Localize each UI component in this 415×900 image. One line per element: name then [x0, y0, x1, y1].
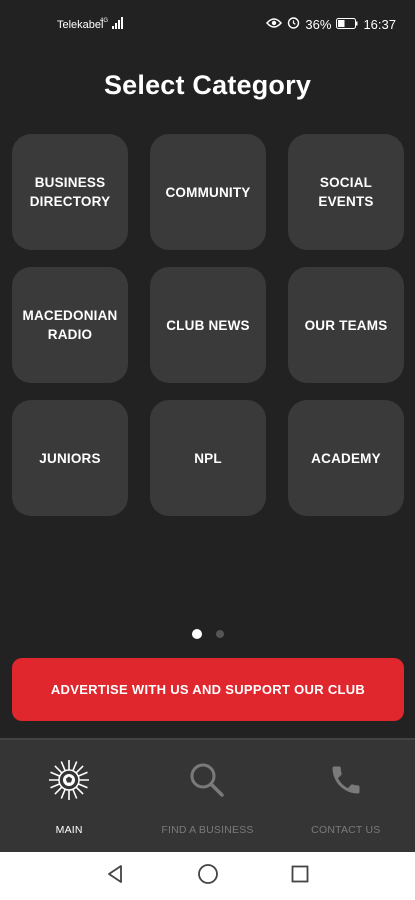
tile-label: BUSINESS DIRECTORY — [29, 175, 111, 209]
nav-main-label: MAIN — [55, 824, 83, 836]
phone-icon — [324, 758, 368, 802]
tile-label: JUNIORS — [39, 450, 101, 466]
advertise-button[interactable]: ADVERTISE WITH US AND SUPPORT OUR CLUB — [12, 658, 404, 721]
page-dot-active[interactable] — [191, 629, 202, 639]
nav-find-business[interactable]: FIND A BUSINESS — [138, 740, 276, 854]
signal-icon: 4G — [100, 16, 128, 33]
tile-label: SOCIAL EVENTS — [318, 175, 374, 209]
svg-text:4G: 4G — [100, 18, 108, 24]
category-community[interactable]: COMMUNITY — [150, 134, 266, 250]
page-title: Select Category — [103, 70, 312, 100]
status-bar: Telekabel 4G 36% 16:37 — [0, 0, 415, 52]
tile-label: MACEDONIAN RADIO — [22, 308, 118, 342]
category-club-news[interactable]: CLUB NEWS — [150, 267, 266, 383]
category-our-teams[interactable]: OUR TEAMS — [288, 267, 404, 383]
tile-label: ACADEMY — [311, 450, 381, 466]
search-icon — [185, 758, 229, 802]
tile-label: COMMUNITY — [165, 184, 251, 200]
home-icon[interactable] — [197, 863, 219, 890]
category-npl[interactable]: NPL — [150, 400, 266, 516]
back-icon[interactable] — [106, 864, 126, 889]
tile-label: CLUB NEWS — [166, 317, 250, 333]
battery-icon — [336, 17, 358, 32]
bottom-nav: MAIN FIND A BUSINESS CONTACT US — [0, 738, 415, 854]
page-dot[interactable] — [215, 630, 224, 638]
club-logo-icon — [47, 758, 91, 802]
eye-icon — [266, 17, 283, 32]
battery-percent: 36% — [305, 16, 332, 32]
carrier-label: Telekabel — [57, 19, 104, 31]
alarm-icon — [287, 16, 300, 32]
tile-label: OUR TEAMS — [304, 317, 388, 333]
nav-contact-label: CONTACT US — [311, 824, 381, 836]
category-macedonian-radio[interactable]: MACEDONIAN RADIO — [12, 267, 128, 383]
category-academy[interactable]: ACADEMY — [288, 400, 404, 516]
category-business-directory[interactable]: BUSINESS DIRECTORY — [12, 134, 128, 250]
recents-icon[interactable] — [290, 864, 310, 889]
nav-find-business-label: FIND A BUSINESS — [161, 824, 254, 836]
system-nav-bar — [0, 852, 415, 900]
category-social-events[interactable]: SOCIAL EVENTS — [288, 134, 404, 250]
page-indicator — [0, 629, 415, 639]
nav-contact[interactable]: CONTACT US — [277, 740, 415, 854]
category-juniors[interactable]: JUNIORS — [12, 400, 128, 516]
nav-main[interactable]: MAIN — [0, 740, 138, 854]
clock-time: 16:37 — [363, 16, 396, 32]
category-grid: BUSINESS DIRECTORY COMMUNITY SOCIAL EVEN… — [12, 134, 404, 516]
tile-label: NPL — [194, 450, 222, 466]
